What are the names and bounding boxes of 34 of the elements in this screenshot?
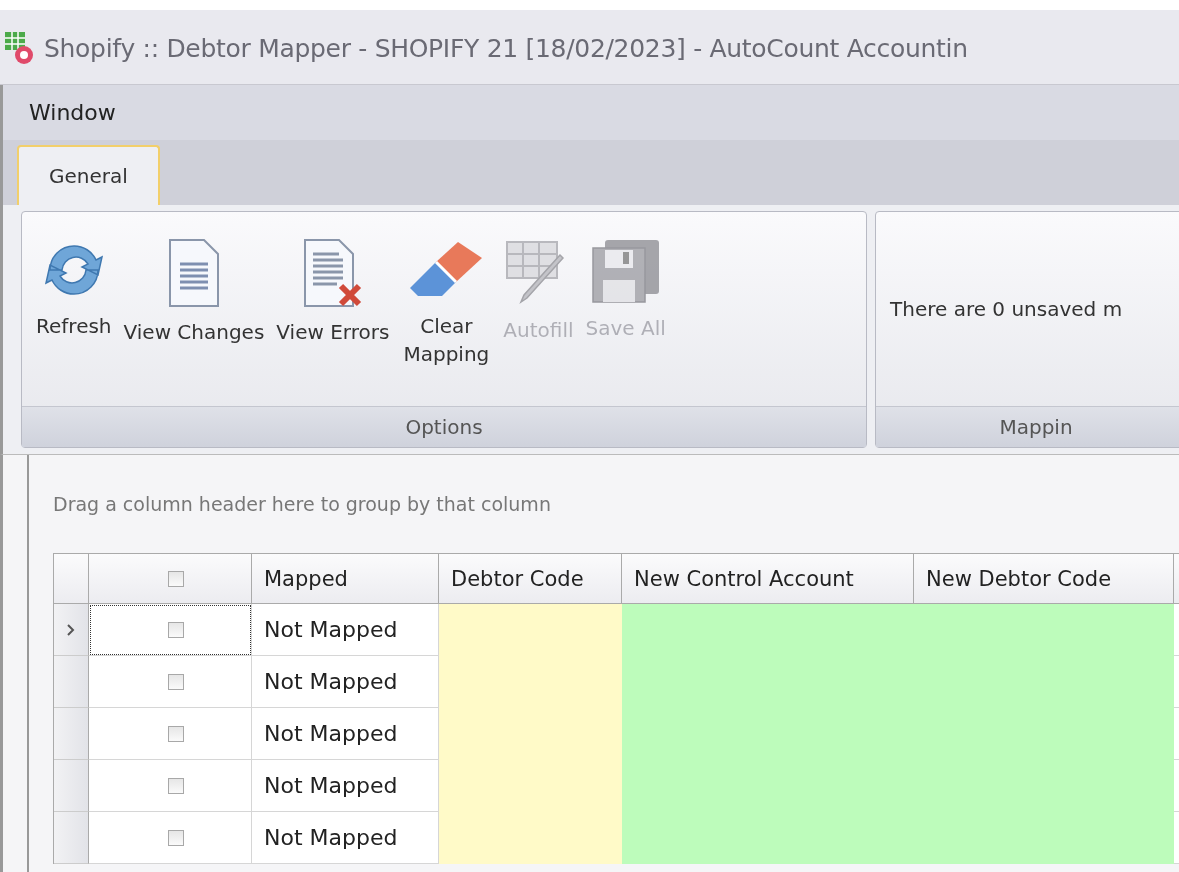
row-indicator[interactable] (54, 760, 89, 812)
group-label: Mappin (999, 415, 1073, 439)
row-checkbox[interactable] (168, 777, 184, 794)
row-indicator[interactable] (54, 812, 89, 864)
menu-item[interactable]: Window (29, 100, 116, 125)
table-cell: Not Mapped (252, 604, 439, 656)
table-cell: Not Mapped (252, 760, 439, 812)
row-indicator[interactable] (54, 656, 89, 708)
table-cell: Not Mapped (252, 656, 439, 708)
ribbon-button[interactable]: View Changes (119, 234, 269, 350)
column-header[interactable]: Mapped (252, 554, 439, 604)
select-all-checkbox[interactable] (168, 570, 184, 587)
current-row-icon (66, 622, 76, 637)
ribbon-tab[interactable]: General (17, 145, 160, 205)
group-by-hint: Drag a column header here to group by that column (53, 493, 551, 515)
row-checkbox[interactable] (168, 621, 184, 638)
column-header[interactable]: New Control Account (622, 554, 914, 604)
group-label: Options (405, 415, 483, 439)
column-header[interactable]: New Debtor Code (914, 554, 1174, 604)
table-cell: Not Mapped (252, 812, 439, 864)
ribbon-button[interactable]: Refresh (32, 234, 116, 344)
row-checkbox[interactable] (168, 673, 184, 690)
row-checkbox[interactable] (168, 829, 184, 846)
row-checkbox[interactable] (168, 725, 184, 742)
row-indicator[interactable] (54, 708, 89, 760)
ribbon-button[interactable]: Clear Mapping (397, 234, 496, 372)
floppy-disk-icon (590, 238, 661, 304)
column-header[interactable]: Debtor Code (439, 554, 622, 604)
window-title: Shopify :: Debtor Mapper - SHOPIFY 21 [18/02/2023] - AutoCount Accountin (44, 33, 968, 63)
row-indicator[interactable] (54, 604, 89, 656)
unsaved-message: There are 0 unsaved m (890, 297, 1123, 321)
table-cell: Not Mapped (252, 708, 439, 760)
ribbon-button[interactable]: View Errors (272, 234, 394, 350)
app-logo-icon (4, 31, 36, 65)
